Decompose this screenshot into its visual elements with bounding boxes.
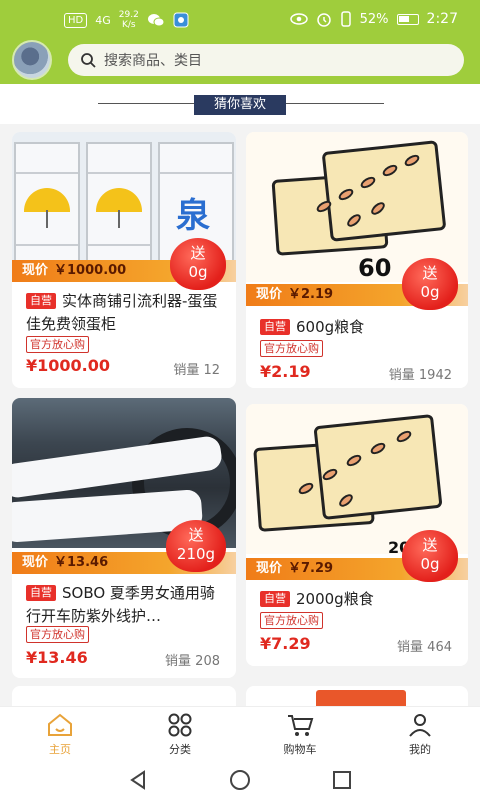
sales-count: 销量 1942 bbox=[388, 368, 452, 383]
alarm-icon bbox=[316, 13, 331, 27]
search-input[interactable]: 搜索商品、类目 bbox=[68, 44, 464, 76]
product-price: ¥7.29 bbox=[260, 634, 311, 653]
gift-badge: 送 0g bbox=[402, 530, 458, 582]
search-placeholder: 搜索商品、类目 bbox=[104, 53, 202, 69]
gift-label: 送 bbox=[188, 526, 204, 544]
product-name: 自营 600g粮食 bbox=[260, 316, 456, 339]
gift-value: 0g bbox=[188, 263, 208, 281]
price-strip-label: 现价 bbox=[256, 561, 283, 576]
product-card[interactable]: 泉 现价 ￥1000.00 送 0g 自营 实体商铺引流利器-蛋蛋佳免费领蛋柜 官方… bbox=[12, 132, 236, 388]
category-icon bbox=[168, 713, 192, 737]
app-header: HD 4G 29.2 K/s 52% 2:27 搜索商品、类目 bbox=[0, 0, 480, 84]
price-strip-value: ￥7.29 bbox=[288, 561, 334, 576]
self-operated-tag: 自营 bbox=[260, 319, 290, 335]
bottom-tab-bar: 主页 分类 购物车 我的 bbox=[0, 706, 480, 762]
gift-badge: 送 210g bbox=[166, 520, 226, 572]
home-nav-icon[interactable] bbox=[229, 769, 251, 791]
tab-label: 分类 bbox=[169, 743, 191, 756]
product-title: 2000g粮食 bbox=[296, 590, 374, 608]
tab-cart[interactable]: 购物车 bbox=[260, 713, 340, 757]
tab-label: 我的 bbox=[409, 743, 431, 756]
app-notification-icon bbox=[173, 12, 189, 28]
signal-indicator: 4G bbox=[95, 13, 111, 27]
recommend-section-header: 猜你喜欢 bbox=[0, 84, 480, 124]
clock: 2:27 bbox=[426, 11, 458, 27]
gift-value: 0g bbox=[420, 555, 440, 573]
battery-percent: 52% bbox=[359, 11, 389, 27]
eye-icon bbox=[289, 13, 308, 25]
tab-home[interactable]: 主页 bbox=[20, 713, 100, 757]
home-icon bbox=[48, 713, 72, 736]
wechat-icon bbox=[147, 14, 165, 27]
price-strip-label: 现价 bbox=[256, 287, 283, 302]
tab-label: 购物车 bbox=[283, 743, 317, 756]
tab-category[interactable]: 分类 bbox=[140, 713, 220, 757]
official-badge: 官方放心购 bbox=[26, 336, 89, 353]
price-strip-label: 现价 bbox=[22, 555, 49, 570]
gift-value: 0g bbox=[420, 283, 440, 301]
product-price: ¥1000.00 bbox=[26, 356, 111, 375]
gift-value: 210g bbox=[176, 545, 216, 563]
product-title: 600g粮食 bbox=[296, 318, 365, 336]
gift-label: 送 bbox=[422, 264, 438, 282]
sales-count: 销量 12 bbox=[173, 363, 220, 378]
vibrate-icon bbox=[340, 11, 351, 27]
product-price: ¥2.19 bbox=[260, 362, 311, 381]
sim-indicator: HD bbox=[64, 12, 88, 28]
self-operated-tag: 自营 bbox=[260, 591, 290, 607]
image-text: 60 bbox=[358, 254, 392, 282]
speed-unit: K/s bbox=[121, 20, 136, 30]
product-card[interactable]: 20 现价 ￥7.29 送 0g 自营 2000g粮食 官方放心购 ¥7.29 销量… bbox=[246, 404, 468, 666]
recents-icon[interactable] bbox=[332, 770, 352, 790]
battery-icon bbox=[396, 13, 419, 25]
divider bbox=[98, 103, 194, 104]
cart-icon bbox=[288, 715, 314, 736]
official-badge: 官方放心购 bbox=[260, 340, 323, 357]
price-strip-value: ￥2.19 bbox=[288, 287, 334, 302]
official-badge: 官方放心购 bbox=[26, 626, 89, 643]
sales-count: 销量 464 bbox=[397, 640, 452, 655]
price-strip-label: 现价 bbox=[22, 263, 49, 278]
avatar[interactable] bbox=[12, 40, 52, 80]
gift-badge: 送 0g bbox=[170, 238, 226, 290]
back-icon[interactable] bbox=[128, 770, 148, 790]
official-badge: 官方放心购 bbox=[260, 612, 323, 629]
user-icon bbox=[409, 714, 431, 737]
product-card[interactable]: 现价 ￥13.46 送 210g 自营 SOBO 夏季男女通用骑行开车防紫外线护… … bbox=[12, 398, 236, 678]
gift-label: 送 bbox=[190, 244, 206, 262]
status-bar: HD 4G 29.2 K/s 52% 2:27 bbox=[0, 0, 480, 42]
tab-label: 主页 bbox=[49, 743, 71, 756]
sales-count: 销量 208 bbox=[165, 654, 220, 669]
product-name: 自营 SOBO 夏季男女通用骑行开车防紫外线护… bbox=[26, 582, 224, 628]
self-operated-tag: 自营 bbox=[26, 585, 56, 601]
divider bbox=[286, 103, 384, 104]
gift-badge: 送 0g bbox=[402, 258, 458, 310]
product-name: 自营 2000g粮食 bbox=[260, 588, 456, 611]
search-icon bbox=[81, 53, 96, 68]
price-strip-value: ￥1000.00 bbox=[54, 263, 127, 278]
speed-value: 29.2 bbox=[118, 10, 139, 20]
price-strip-value: ￥13.46 bbox=[54, 555, 109, 570]
tab-mine[interactable]: 我的 bbox=[380, 713, 460, 757]
product-price: ¥13.46 bbox=[26, 648, 88, 667]
self-operated-tag: 自营 bbox=[26, 293, 56, 309]
gift-label: 送 bbox=[422, 536, 438, 554]
section-title: 猜你喜欢 bbox=[194, 95, 286, 115]
system-navigation-bar bbox=[0, 762, 480, 800]
product-name: 自营 实体商铺引流利器-蛋蛋佳免费领蛋柜 bbox=[26, 290, 224, 336]
network-speed: 29.2 K/s bbox=[119, 10, 139, 30]
product-card[interactable]: 60 现价 ￥2.19 送 0g 自营 600g粮食 官方放心购 ¥2.19 销量 … bbox=[246, 132, 468, 388]
